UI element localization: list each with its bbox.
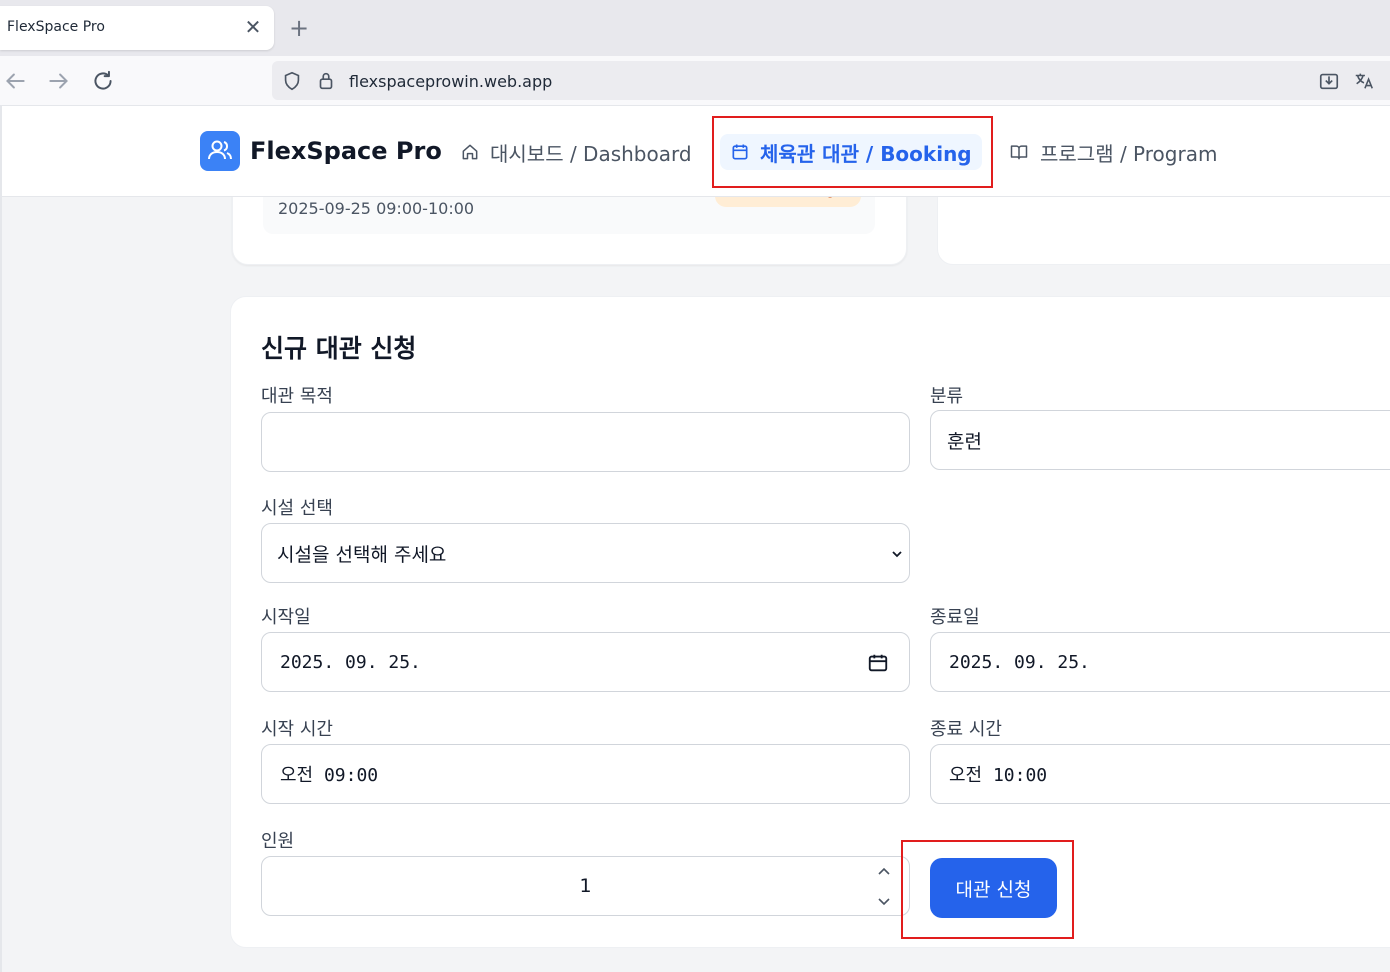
end-time-input[interactable]: 오전 10:00	[930, 744, 1390, 804]
category-value: 훈련	[947, 430, 982, 453]
nav-dashboard[interactable]: 대시보드 / Dashboard	[460, 134, 692, 170]
tab-title: FlexSpace Pro	[7, 19, 105, 35]
users-logo-icon	[200, 131, 240, 171]
browser-navbar: flexspaceprowin.web.app	[0, 56, 1390, 106]
stepper-up-icon[interactable]	[877, 865, 891, 879]
nav-program-label: 프로그램 / Program	[1040, 141, 1218, 166]
form-title: 신규 대관 신청	[261, 334, 417, 363]
start-date-label: 시작일	[261, 607, 311, 628]
chevron-down-icon	[892, 551, 902, 558]
brand-title[interactable]: FlexSpace Pro	[250, 137, 442, 165]
highlight-box-booking-tab	[712, 116, 993, 188]
facility-select[interactable]: 시설을 선택해 주세요	[261, 523, 910, 583]
category-label: 분류	[930, 386, 964, 407]
translate-icon[interactable]	[1353, 70, 1375, 92]
end-time-value: 오전 10:00	[949, 765, 1048, 786]
people-number-input[interactable]: 1	[261, 856, 910, 916]
end-date-input[interactable]: 2025. 09. 25.	[930, 632, 1390, 692]
forward-icon[interactable]	[46, 68, 72, 94]
new-tab-button[interactable]: +	[287, 14, 311, 42]
nav-dashboard-label: 대시보드 / Dashboard	[490, 141, 692, 166]
start-date-value: 2025. 09. 25.	[280, 651, 421, 673]
purpose-input[interactable]	[261, 412, 910, 472]
url-bar[interactable]: flexspaceprowin.web.app	[272, 61, 1390, 100]
new-booking-form	[230, 296, 1390, 948]
start-time-input[interactable]: 오전 09:00	[261, 744, 910, 804]
purpose-label: 대관 목적	[261, 386, 333, 407]
start-time-label: 시작 시간	[261, 719, 333, 740]
people-label: 인원	[261, 831, 295, 852]
start-time-value: 오전 09:00	[280, 765, 379, 786]
book-icon	[1010, 145, 1028, 160]
people-value: 1	[579, 875, 592, 897]
shield-icon[interactable]	[281, 70, 303, 92]
calendar-picker-icon[interactable]	[867, 652, 889, 674]
facility-value: 시설을 선택해 주세요	[277, 543, 447, 566]
home-icon	[462, 144, 478, 160]
back-icon[interactable]	[2, 68, 28, 94]
booking-time: 2025-09-25 09:00-10:00	[278, 199, 475, 218]
facility-label: 시설 선택	[261, 498, 333, 519]
end-date-value: 2025. 09. 25.	[949, 651, 1090, 673]
browser-tab[interactable]: FlexSpace Pro ✕	[0, 6, 274, 50]
highlight-box-submit	[901, 840, 1074, 939]
install-app-icon[interactable]	[1318, 70, 1340, 92]
browser-tabstrip: FlexSpace Pro ✕ +	[0, 0, 1390, 56]
end-date-label: 종료일	[930, 607, 980, 628]
app-header: FlexSpace Pro 대시보드 / Dashboard 체육관 대관 / …	[2, 106, 1390, 197]
reload-icon[interactable]	[90, 68, 116, 94]
nav-program[interactable]: 프로그램 / Program	[1008, 134, 1217, 170]
category-input[interactable]: 훈련	[930, 410, 1390, 470]
url-text[interactable]: flexspaceprowin.web.app	[349, 72, 552, 91]
tab-close-icon[interactable]: ✕	[244, 15, 262, 39]
end-time-label: 종료 시간	[930, 719, 1002, 740]
stepper-down-icon[interactable]	[877, 894, 891, 908]
start-date-input[interactable]: 2025. 09. 25.	[261, 632, 910, 692]
lock-icon[interactable]	[315, 70, 337, 92]
